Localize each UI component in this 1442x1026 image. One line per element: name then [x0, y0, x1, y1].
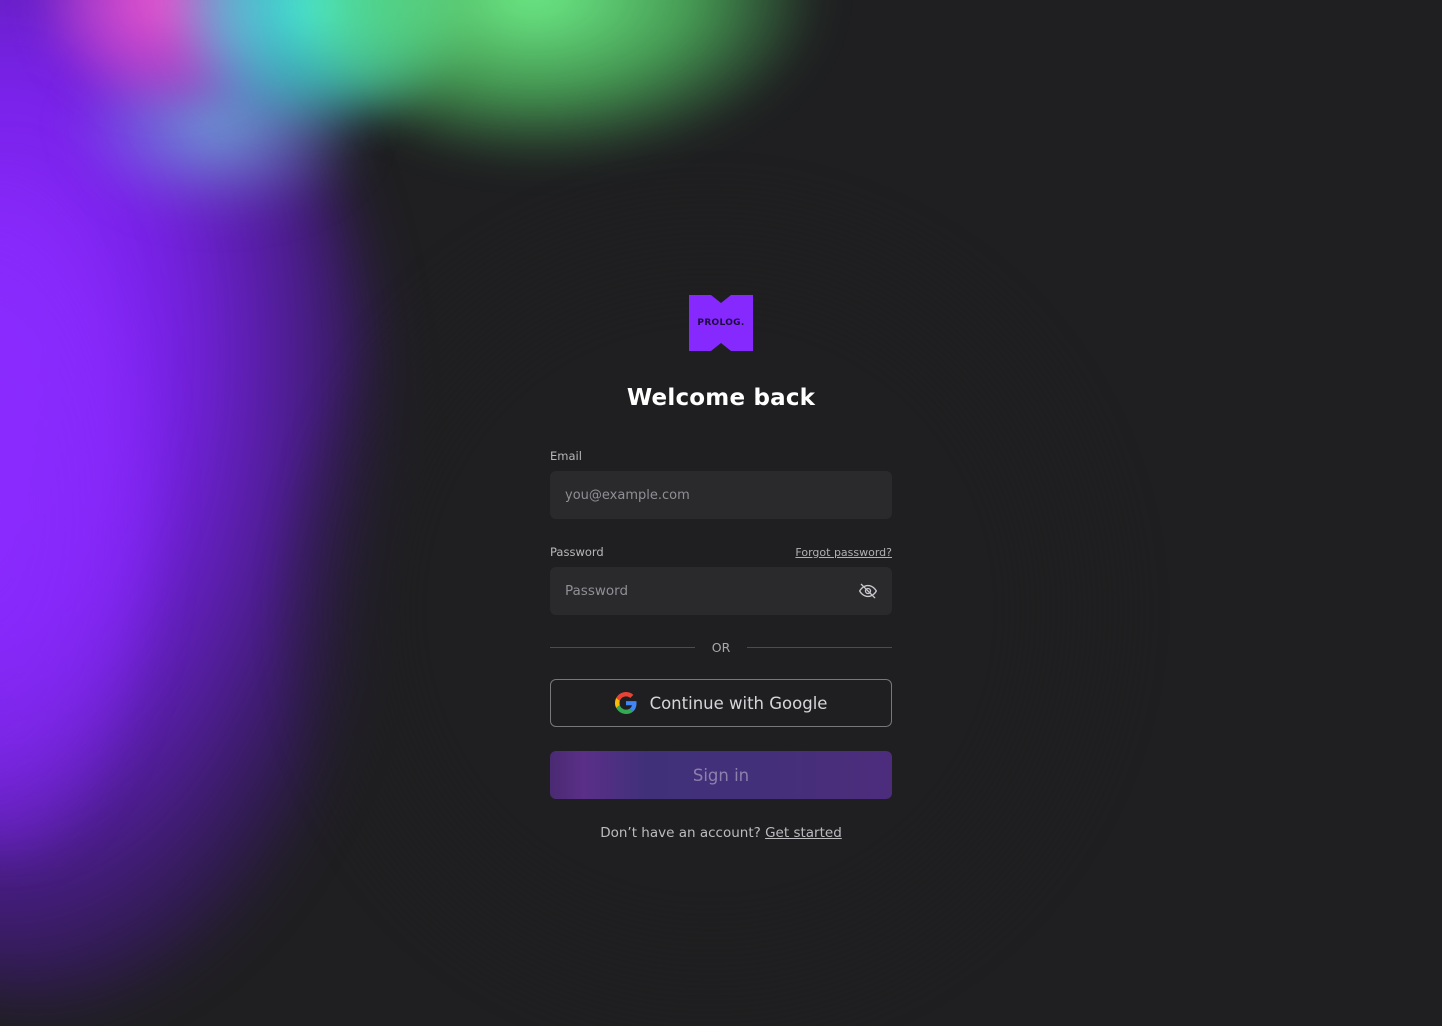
- email-field[interactable]: [565, 487, 877, 503]
- sign-in-button[interactable]: Sign in: [550, 751, 892, 799]
- divider-text: OR: [711, 640, 731, 655]
- sign-in-label: Sign in: [692, 765, 750, 785]
- password-field-container: [550, 567, 892, 615]
- divider-line-left: [550, 647, 695, 648]
- signup-prompt-text: Don’t have an account?: [600, 825, 761, 841]
- eye-off-icon[interactable]: [858, 581, 878, 601]
- password-field[interactable]: [565, 583, 877, 599]
- page-title: Welcome back: [626, 385, 816, 411]
- google-button-label: Continue with Google: [649, 693, 828, 713]
- or-divider: OR: [550, 640, 892, 655]
- email-field-container: [550, 471, 892, 519]
- prolog-logo: PROLOG.: [689, 295, 753, 351]
- continue-with-google-button[interactable]: Continue with Google: [550, 679, 892, 727]
- login-form: PROLOG. Welcome back Email Password Forg…: [550, 295, 892, 841]
- login-page: PROLOG. Welcome back Email Password Forg…: [0, 0, 1442, 1026]
- password-label: Password: [550, 545, 604, 559]
- forgot-password-link[interactable]: Forgot password?: [795, 546, 892, 559]
- logo-text: PROLOG.: [697, 318, 745, 328]
- signup-prompt: Don’t have an account? Get started: [550, 825, 892, 841]
- email-label: Email: [550, 449, 582, 463]
- divider-line-right: [747, 647, 892, 648]
- google-icon: [614, 692, 637, 714]
- get-started-link[interactable]: Get started: [765, 825, 842, 841]
